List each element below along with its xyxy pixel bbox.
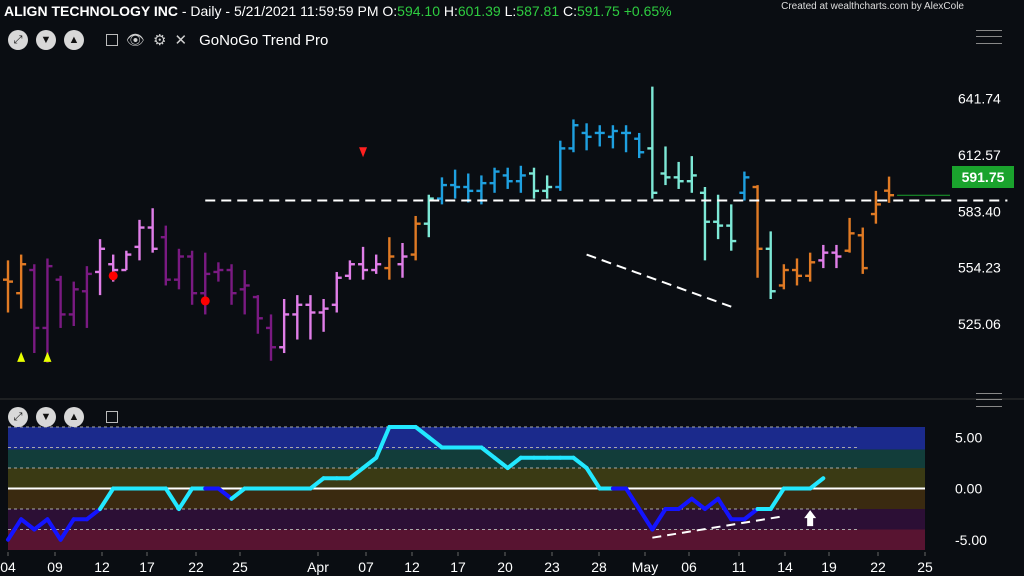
oscillator-band (8, 449, 925, 468)
buy-triangle-icon (43, 351, 52, 362)
oscillator-pane-toolbar: ⤢ ▼ ▲ (8, 407, 118, 427)
oscillator-tick-label: 5.00 (955, 429, 982, 445)
gear-icon[interactable]: ⚙ (153, 31, 166, 49)
x-tick-label: 17 (450, 559, 466, 575)
price-and-oscillator-chart[interactable]: 641.74 612.57 583.40 554.23 525.06 5.00 0.00 -5… (0, 0, 1024, 576)
x-tick-label: 12 (404, 559, 420, 575)
oscillator-tick-label: -5.00 (955, 532, 987, 548)
x-tick-label: 25 (917, 559, 933, 575)
x-tick-label: 22 (188, 559, 204, 575)
reversal-dot (200, 296, 210, 306)
sell-triangle-icon (359, 147, 368, 158)
low-label: L: (500, 3, 517, 19)
menu-icon[interactable] (976, 30, 1002, 44)
reversal-dot (108, 271, 118, 281)
price-tick-label: 583.40 (958, 203, 1001, 219)
timeframe-date: - Daily - 5/21/2021 11:59:59 PM (177, 3, 379, 19)
move-up-icon[interactable]: ▲ (64, 407, 84, 427)
x-tick-label: 09 (47, 559, 63, 575)
x-tick-label: 04 (0, 559, 16, 575)
x-tick-label: 19 (821, 559, 837, 575)
indicator-name[interactable]: GoNoGo Trend Pro (199, 32, 328, 49)
support-trendline (586, 253, 732, 308)
oscillator-band (8, 488, 925, 509)
move-down-icon[interactable]: ▼ (36, 30, 56, 50)
credit-text: Created at wealthcharts.com by AlexCole (781, 1, 964, 12)
low-value: 587.81 (516, 3, 560, 19)
x-tick-label: Apr (307, 559, 329, 575)
change-percent: +0.65% (623, 3, 672, 19)
oscillator-band (8, 529, 925, 550)
move-down-icon[interactable]: ▼ (36, 407, 56, 427)
price-tick-label: 641.74 (958, 91, 1001, 107)
x-tick-label: 14 (777, 559, 793, 575)
oscillator-band (8, 509, 925, 530)
last-price-badge: 591.75 (952, 166, 1014, 188)
price-pane-toolbar: ⤢ ▼ ▲ 👁 ⚙ ✕ GoNoGo Trend Pro (8, 30, 328, 50)
oscillator-tick-label: 0.00 (955, 481, 982, 497)
x-tick-label: 25 (232, 559, 248, 575)
oscillator-band (8, 468, 925, 489)
expand-icon[interactable]: ⤢ (8, 407, 28, 427)
x-tick-label: 22 (870, 559, 886, 575)
menu-icon[interactable] (976, 393, 1002, 407)
price-tick-label: 612.57 (958, 147, 1001, 163)
x-tick-label: 06 (681, 559, 697, 575)
close-icon[interactable]: ✕ (175, 31, 188, 49)
expand-icon[interactable]: ⤢ (8, 30, 28, 50)
x-tick-label: May (632, 559, 658, 575)
price-tick-label: 525.06 (958, 316, 1001, 332)
add-pane-icon[interactable] (106, 411, 118, 423)
buy-triangle-icon (17, 351, 26, 362)
open-label: O: (378, 3, 398, 19)
x-tick-label: 12 (94, 559, 110, 575)
symbol-name: ALIGN TECHNOLOGY INC (4, 3, 178, 19)
high-value: 601.39 (457, 3, 501, 19)
high-label: H: (440, 3, 458, 19)
open-value: 594.10 (397, 3, 440, 19)
x-tick-label: 07 (358, 559, 374, 575)
close-label: C: (559, 3, 578, 19)
x-tick-label: 28 (591, 559, 607, 575)
move-up-icon[interactable]: ▲ (64, 30, 84, 50)
x-tick-label: 17 (139, 559, 155, 575)
collapse-icon[interactable] (106, 34, 118, 46)
chart-header: ALIGN TECHNOLOGY INC - Daily - 5/21/2021… (4, 3, 672, 19)
x-tick-label: 23 (544, 559, 560, 575)
price-tick-label: 554.23 (958, 260, 1001, 276)
x-tick-label: 20 (497, 559, 513, 575)
eye-icon[interactable]: 👁 (126, 31, 145, 49)
x-tick-label: 11 (732, 559, 747, 575)
close-value: 591.75 (577, 3, 620, 19)
